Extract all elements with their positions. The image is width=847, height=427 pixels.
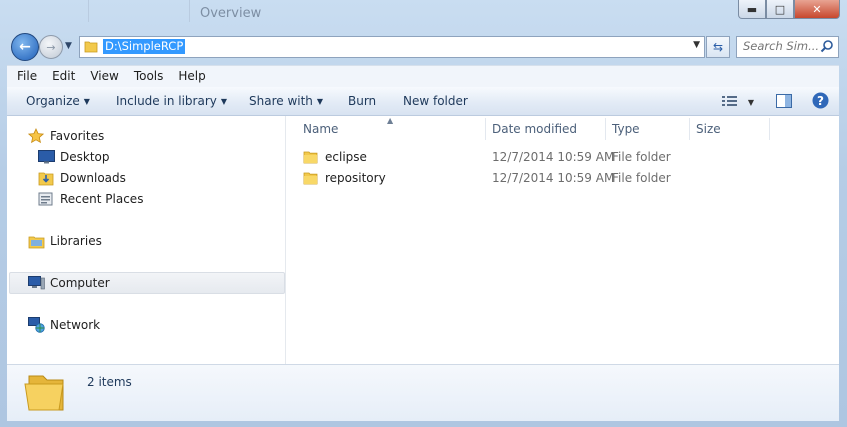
refresh-icon: ⇆	[712, 40, 724, 54]
network-icon	[27, 317, 45, 333]
refresh-button[interactable]: ⇆	[706, 36, 730, 58]
column-header-type[interactable]: Type	[612, 122, 640, 136]
share-with-label: Share with	[249, 94, 313, 108]
maximize-button[interactable]: □	[766, 0, 794, 19]
table-row[interactable]: eclipse 12/7/2014 10:59 AM File folder	[303, 148, 703, 168]
background-window-title: Overview	[200, 6, 262, 21]
nav-recent-places[interactable]: Recent Places	[37, 190, 143, 208]
burn-button[interactable]: Burn	[348, 94, 376, 108]
column-header-date-modified[interactable]: Date modified	[492, 122, 577, 136]
sort-ascending-icon: ▲	[387, 116, 394, 125]
folder-icon	[303, 171, 318, 188]
nav-libraries[interactable]: Libraries	[27, 232, 102, 250]
address-path[interactable]: D:\SimpleRCP	[103, 39, 186, 54]
recent-places-icon	[37, 191, 55, 207]
chevron-down-icon: ▼	[316, 97, 324, 106]
downloads-icon	[37, 170, 55, 186]
view-options-icon[interactable]	[721, 95, 738, 110]
share-with-button[interactable]: Share with ▼	[249, 94, 323, 108]
preview-pane-icon[interactable]	[776, 93, 792, 111]
libraries-icon	[27, 233, 45, 249]
command-bar: Organize ▼ Include in library ▼ Share with…	[7, 87, 839, 116]
nav-favorites[interactable]: Favorites	[27, 127, 104, 145]
folder-icon	[84, 40, 98, 56]
menu-bar: File Edit View Tools Help	[7, 65, 839, 87]
minimize-button[interactable]: ▬	[738, 0, 766, 19]
include-in-library-label: Include in library	[116, 94, 217, 108]
address-bar[interactable]: D:\SimpleRCP ▼	[79, 36, 705, 58]
svg-text:?: ?	[817, 94, 824, 108]
column-divider[interactable]	[769, 118, 770, 140]
forward-button[interactable]: →	[39, 35, 63, 59]
file-date: 12/7/2014 10:59 AM	[492, 171, 615, 185]
column-divider[interactable]	[605, 118, 606, 140]
menu-view[interactable]: View	[80, 66, 123, 83]
search-box[interactable]	[736, 36, 839, 58]
menu-tools[interactable]: Tools	[124, 66, 169, 83]
nav-favorites-label: Favorites	[50, 129, 105, 143]
background-tab-ghost	[88, 0, 190, 22]
chevron-down-icon: ▼	[220, 97, 228, 106]
help-icon[interactable]: ?	[812, 92, 829, 112]
computer-icon	[27, 275, 45, 291]
file-name: eclipse	[325, 150, 367, 164]
chevron-down-icon: ▼	[83, 97, 90, 106]
organize-label: Organize	[26, 94, 80, 108]
close-button[interactable]: ✕	[794, 0, 840, 19]
desktop-icon	[37, 149, 55, 165]
content-area: Favorites Desktop Downloads Recent Place…	[7, 116, 839, 364]
nav-downloads[interactable]: Downloads	[37, 169, 126, 187]
search-input[interactable]	[737, 37, 819, 53]
nav-desktop-label: Desktop	[60, 150, 110, 164]
file-type: File folder	[612, 150, 671, 164]
nav-recent-places-label: Recent Places	[60, 192, 144, 206]
search-icon[interactable]	[820, 39, 834, 56]
navigation-bar: ← → ▼ D:\SimpleRCP ▼ ⇆	[0, 30, 847, 62]
large-folder-icon	[23, 370, 69, 417]
navigation-pane[interactable]: Favorites Desktop Downloads Recent Place…	[7, 116, 286, 364]
window-controls: ▬ □ ✕	[738, 0, 840, 19]
file-date: 12/7/2014 10:59 AM	[492, 150, 615, 164]
include-in-library-button[interactable]: Include in library ▼	[116, 94, 227, 108]
file-name: repository	[325, 171, 386, 185]
item-count: 2 items	[87, 375, 132, 389]
nav-downloads-label: Downloads	[60, 171, 126, 185]
nav-computer[interactable]: Computer	[27, 274, 110, 292]
star-icon	[27, 128, 45, 144]
table-row[interactable]: repository 12/7/2014 10:59 AM File folde…	[303, 169, 703, 189]
menu-help[interactable]: Help	[168, 66, 210, 83]
view-dropdown-icon[interactable]: ▼	[748, 98, 754, 107]
file-type: File folder	[612, 171, 671, 185]
forward-arrow-icon: →	[46, 40, 56, 54]
back-button[interactable]: ←	[11, 33, 39, 61]
column-header-size[interactable]: Size	[696, 122, 721, 136]
view-controls: ▼ ?	[721, 92, 829, 112]
menu-file[interactable]: File	[7, 66, 42, 83]
details-pane: 2 items	[7, 364, 839, 421]
nav-network-label: Network	[50, 318, 101, 332]
new-folder-button[interactable]: New folder	[403, 94, 468, 108]
column-divider[interactable]	[485, 118, 486, 140]
nav-desktop[interactable]: Desktop	[37, 148, 110, 166]
folder-icon	[303, 150, 318, 167]
nav-libraries-label: Libraries	[50, 234, 102, 248]
recent-pages-dropdown[interactable]: ▼	[65, 41, 72, 51]
menu-edit[interactable]: Edit	[42, 66, 80, 83]
nav-computer-label: Computer	[50, 276, 110, 290]
column-divider[interactable]	[689, 118, 690, 140]
column-header-name[interactable]: Name	[303, 122, 338, 136]
back-arrow-icon: ←	[19, 39, 31, 55]
organize-button[interactable]: Organize ▼	[26, 94, 90, 108]
nav-network[interactable]: Network	[27, 316, 100, 334]
explorer-window: Overview ▬ □ ✕ ← → ▼ D:\SimpleRCP ▼ ⇆ Fi…	[0, 0, 847, 427]
address-dropdown-icon[interactable]: ▼	[693, 40, 700, 50]
file-list: ▲ Name Date modified Type Size eclipse 1…	[287, 116, 839, 364]
